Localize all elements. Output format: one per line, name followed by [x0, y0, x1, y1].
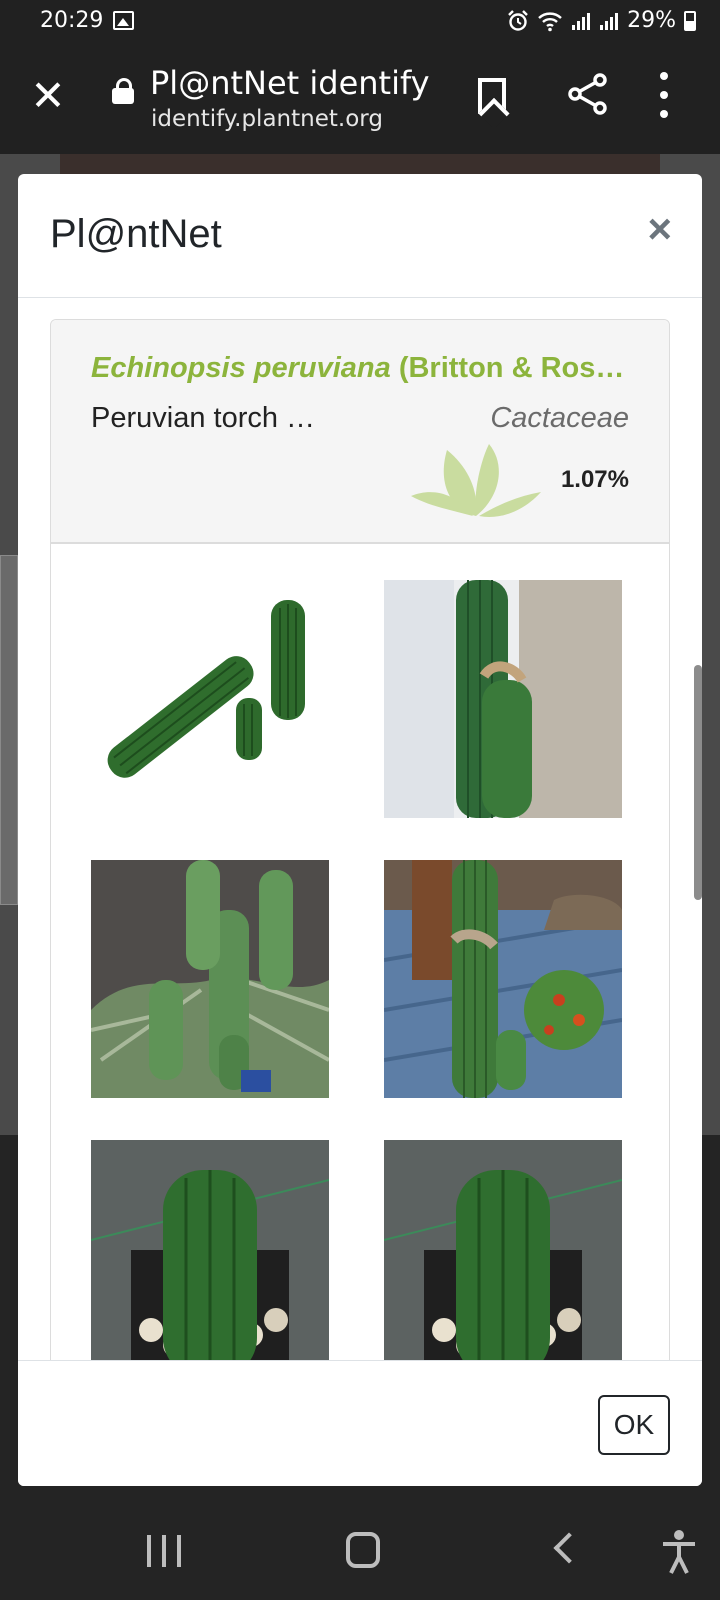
page-title[interactable]: Pl@ntNet identify — [150, 64, 430, 102]
system-nav-bar — [0, 1505, 720, 1600]
page-scrollbar[interactable] — [694, 665, 702, 900]
species-photo-3[interactable] — [91, 860, 329, 1098]
battery-percent: 29% — [627, 8, 676, 33]
signal-icon-1 — [572, 12, 591, 30]
recent-apps-icon[interactable] — [147, 1535, 181, 1567]
background-page-image — [60, 154, 660, 174]
species-photo-5[interactable] — [91, 1140, 329, 1360]
scientific-name-binomial: Echinopsis peruviana — [91, 352, 391, 384]
modal-title: Pl@ntNet — [50, 212, 222, 256]
species-result-card: Echinopsis peruviana (Britton & Rose) Fr… — [50, 319, 670, 1360]
match-score: 1.07% — [560, 466, 629, 493]
signal-icon-2 — [600, 12, 619, 30]
page-url[interactable]: identify.plantnet.org — [151, 106, 383, 132]
ok-button[interactable]: OK — [598, 1395, 670, 1455]
accessibility-icon[interactable] — [660, 1529, 698, 1575]
close-icon[interactable]: ✕ — [26, 74, 70, 118]
scientific-name-author: (Britton & Rose) Friedrich & G.D.Rowley — [398, 352, 631, 384]
status-bar: 20:29 29% — [0, 0, 720, 44]
species-photo-4[interactable] — [384, 860, 622, 1098]
share-icon[interactable] — [566, 72, 610, 116]
modal-footer: OK — [18, 1360, 702, 1486]
scientific-name[interactable]: Echinopsis peruviana (Britton & Rose) Fr… — [91, 352, 631, 385]
lock-icon[interactable] — [112, 78, 134, 108]
status-time: 20:29 — [40, 8, 104, 33]
species-photo-1[interactable] — [91, 580, 329, 818]
leaf-icon — [411, 444, 541, 517]
wifi-icon — [538, 11, 562, 31]
battery-icon — [684, 10, 696, 31]
alarm-icon — [508, 9, 528, 31]
modal-close-button[interactable]: × — [647, 208, 672, 250]
species-photo-2[interactable] — [384, 580, 622, 818]
background-page-panel — [0, 555, 18, 905]
species-header[interactable]: Echinopsis peruviana (Britton & Rose) Fr… — [51, 320, 669, 544]
modal-header: Pl@ntNet × — [18, 174, 702, 298]
modal-body[interactable]: Echinopsis peruviana (Britton & Rose) Fr… — [18, 299, 702, 1360]
home-icon[interactable] — [346, 1532, 380, 1568]
bookmark-icon[interactable] — [478, 78, 506, 114]
browser-toolbar: ✕ Pl@ntNet identify identify.plantnet.or… — [0, 44, 720, 154]
common-name: Peruvian torch … — [91, 402, 316, 434]
species-photo-6[interactable] — [384, 1140, 622, 1360]
more-vert-icon[interactable] — [654, 72, 674, 118]
family-name: Cactaceae — [490, 402, 629, 434]
back-icon[interactable] — [553, 1532, 585, 1564]
result-modal: Pl@ntNet × Echinopsis peruviana (Britton… — [18, 174, 702, 1486]
status-indicators: 29% — [507, 8, 696, 33]
gallery-notification-icon — [113, 11, 134, 30]
